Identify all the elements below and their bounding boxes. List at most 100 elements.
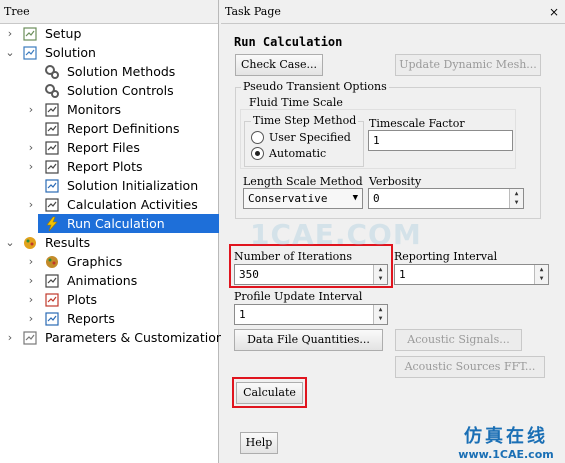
chevron-right-icon[interactable]: › <box>25 271 37 290</box>
timescale-factor-input[interactable]: 1 <box>368 130 513 151</box>
chevron-right-icon[interactable]: › <box>25 252 37 271</box>
chevron-down-icon: ▼ <box>352 193 358 203</box>
watermark: 1CAE.COM <box>250 218 422 251</box>
verbosity-label: Verbosity <box>369 175 422 188</box>
chevron-right-icon[interactable]: › <box>25 157 37 176</box>
verbosity-spinner[interactable]: ▲ ▼ <box>509 189 523 208</box>
report-definitions-icon <box>44 121 60 137</box>
tree-item-label: Reports <box>67 311 115 326</box>
reporting-interval-spinner[interactable]: ▲ ▼ <box>534 265 548 284</box>
chevron-right-icon[interactable]: › <box>4 24 16 43</box>
tree-item-label: Report Files <box>67 140 140 155</box>
automatic-radio[interactable] <box>251 147 264 160</box>
close-icon[interactable]: × <box>549 0 559 24</box>
page-title: Run Calculation <box>234 35 343 49</box>
timescale-factor-label: Timescale Factor <box>369 117 465 130</box>
task-page-header: Task Page × <box>221 0 565 24</box>
tree-item-label: Solution Initialization <box>67 178 199 193</box>
chevron-right-icon[interactable]: › <box>25 309 37 328</box>
chevron-down-icon[interactable]: ⌄ <box>4 233 16 252</box>
tree-item-label: Setup <box>45 26 82 41</box>
tree-item-plots[interactable]: › Plots <box>0 290 219 309</box>
tree-item-solution-methods[interactable]: Solution Methods <box>0 62 219 81</box>
update-dynamic-mesh-button[interactable]: Update Dynamic Mesh... <box>395 54 541 76</box>
length-scale-method-label: Length Scale Method <box>243 175 363 188</box>
user-specified-radio[interactable] <box>251 131 264 144</box>
tree-item-parameters-customization[interactable]: › Parameters & Customization <box>0 328 224 347</box>
initialization-icon <box>44 178 60 194</box>
tree-pane: Tree › Setup ⌄ Solution Solution Methods Solu… <box>0 0 224 463</box>
lightning-icon <box>44 216 60 232</box>
acoustic-signals-button[interactable]: Acoustic Signals... <box>395 329 522 351</box>
gears-icon <box>44 64 60 80</box>
tree-item-label: Animations <box>67 273 138 288</box>
tree-item-calculation-activities[interactable]: › Calculation Activities <box>0 195 219 214</box>
parameters-icon <box>22 330 38 346</box>
tree-item-report-files[interactable]: › Report Files <box>0 138 219 157</box>
tree-item-label: Solution Methods <box>67 64 176 79</box>
monitor-icon <box>44 102 60 118</box>
chevron-right-icon[interactable]: › <box>25 100 37 119</box>
chevron-right-icon[interactable]: › <box>4 328 16 347</box>
brand-cn: 仿真在线 <box>464 426 548 447</box>
report-files-icon <box>44 140 60 156</box>
automatic-label: Automatic <box>269 147 327 160</box>
brand-logo: 仿真在线 www.1CAE.com <box>450 422 562 461</box>
tree-item-label: Run Calculation <box>64 214 168 233</box>
tree-item-monitors[interactable]: › Monitors <box>0 100 219 119</box>
tree-item-label: Parameters & Customization <box>45 330 224 345</box>
reporting-interval-label: Reporting Interval <box>394 250 498 263</box>
check-case-button[interactable]: Check Case... <box>235 54 323 76</box>
help-button[interactable]: Help <box>240 432 278 454</box>
tree-item-label: Graphics <box>67 254 123 269</box>
graphics-icon <box>44 254 60 270</box>
tree-item-setup[interactable]: › Setup <box>0 24 219 43</box>
brand-en: www.1CAE.com <box>458 448 554 461</box>
tree-item-results[interactable]: ⌄ Results <box>0 233 219 252</box>
iterations-spinner[interactable]: ▲ ▼ <box>373 265 387 284</box>
plots-icon <box>44 292 60 308</box>
results-icon <box>22 235 38 251</box>
calculation-activities-icon <box>44 197 60 213</box>
tree-header: Tree <box>0 0 218 24</box>
tree-item-label: Plots <box>67 292 98 307</box>
tree-item-animations[interactable]: › Animations <box>0 271 219 290</box>
report-plots-icon <box>44 159 60 175</box>
tree-item-solution[interactable]: ⌄ Solution <box>0 43 219 62</box>
animations-icon <box>44 273 60 289</box>
tree-item-solution-initialization[interactable]: Solution Initialization <box>0 176 219 195</box>
tree-item-label: Monitors <box>67 102 122 117</box>
tree-item-label: Report Definitions <box>67 121 180 136</box>
chevron-down-icon[interactable]: ⌄ <box>4 43 16 62</box>
profile-update-interval-spinner[interactable]: ▲ ▼ <box>373 305 387 324</box>
setup-icon <box>22 26 38 42</box>
tree-item-label: Calculation Activities <box>67 197 198 212</box>
tree-item-solution-controls[interactable]: Solution Controls <box>0 81 219 100</box>
chevron-right-icon[interactable]: › <box>25 138 37 157</box>
tree-item-run-calculation[interactable]: Run Calculation <box>0 214 219 233</box>
chevron-right-icon[interactable]: › <box>25 290 37 309</box>
length-scale-method-select[interactable]: Conservative ▼ <box>243 188 363 209</box>
reports-icon <box>44 311 60 327</box>
tree-item-reports[interactable]: › Reports <box>0 309 219 328</box>
tree-item-label: Report Plots <box>67 159 143 174</box>
tree-item-label: Solution <box>45 45 96 60</box>
tree-item-report-definitions[interactable]: Report Definitions <box>0 119 219 138</box>
profile-update-interval-input[interactable]: 1 ▲ ▼ <box>234 304 388 325</box>
iterations-label: Number of Iterations <box>234 250 353 263</box>
iterations-input[interactable]: 350 ▲ ▼ <box>234 264 388 285</box>
user-specified-label: User Specified <box>269 131 351 144</box>
chevron-right-icon[interactable]: › <box>25 195 37 214</box>
pseudo-transient-title: Pseudo Transient Options <box>241 80 389 93</box>
time-step-method-group <box>244 121 364 167</box>
solution-icon <box>22 45 38 61</box>
profile-update-interval-label: Profile Update Interval <box>234 290 363 303</box>
tree-item-graphics[interactable]: › Graphics <box>0 252 219 271</box>
tree-item-report-plots[interactable]: › Report Plots <box>0 157 219 176</box>
data-file-quantities-button[interactable]: Data File Quantities... <box>234 329 383 351</box>
reporting-interval-input[interactable]: 1 ▲ ▼ <box>394 264 549 285</box>
calculate-button[interactable]: Calculate <box>236 382 303 404</box>
acoustic-sources-fft-button[interactable]: Acoustic Sources FFT... <box>395 356 545 378</box>
verbosity-input[interactable]: 0 ▲ ▼ <box>368 188 524 209</box>
task-page-title: Task Page <box>225 5 281 18</box>
